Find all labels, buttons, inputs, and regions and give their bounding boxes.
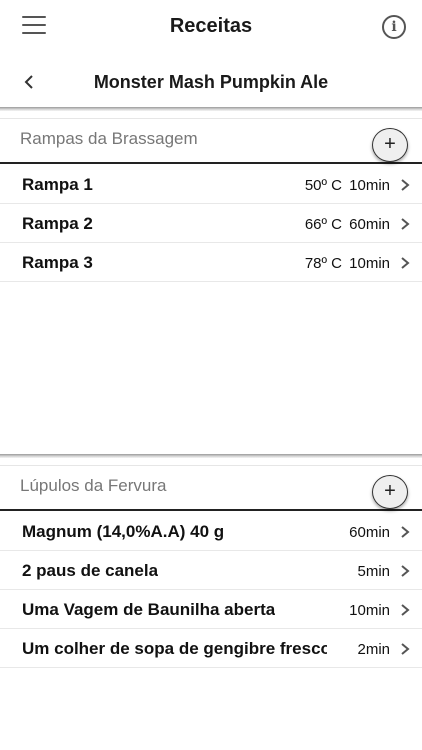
mash-step-name: Rampa 3 xyxy=(22,253,93,272)
hop-row[interactable]: 2 paus de canela 5min xyxy=(0,551,422,590)
chevron-right-icon xyxy=(398,563,412,579)
hop-name: 2 paus de canela xyxy=(22,561,159,580)
hop-name: Um colher de sopa de gengibre fresco xyxy=(22,639,327,658)
mash-step-time: 60min xyxy=(349,216,390,233)
mash-step-temp: 50º C xyxy=(304,177,342,194)
recipe-title: Monster Mash Pumpkin Ale xyxy=(93,72,329,92)
hop-time: 10min xyxy=(349,602,390,619)
add-mash-step-button[interactable]: + xyxy=(372,128,408,162)
mash-step-time: 10min xyxy=(349,177,390,194)
hop-name: Uma Vagem de Baunilha aberta xyxy=(22,600,276,619)
mash-section-title: Rampas da Brassagem xyxy=(20,129,198,148)
chevron-right-icon xyxy=(398,255,412,271)
chevron-right-icon xyxy=(398,641,412,657)
mash-step-row[interactable]: Rampa 3 78º C 10min xyxy=(0,243,422,282)
mash-section-header: Rampas da Brassagem + xyxy=(0,118,422,164)
section-divider xyxy=(0,454,422,458)
add-hop-button[interactable]: + xyxy=(372,475,408,509)
hop-name: Magnum (14,0%A.A) 40 g xyxy=(22,522,225,541)
hop-time: 60min xyxy=(349,524,390,541)
info-icon[interactable]: i xyxy=(382,15,406,39)
mash-step-row[interactable]: Rampa 2 66º C 60min xyxy=(0,204,422,243)
boil-section-header: Lúpulos da Fervura + xyxy=(0,465,422,511)
header-divider xyxy=(0,107,422,111)
hop-time: 5min xyxy=(357,563,390,580)
app-bar: Receitas i xyxy=(0,0,422,54)
boil-section-title: Lúpulos da Fervura xyxy=(20,476,167,495)
chevron-right-icon xyxy=(398,216,412,232)
mash-step-temp: 78º C xyxy=(304,255,342,272)
chevron-right-icon xyxy=(398,602,412,618)
mash-step-name: Rampa 2 xyxy=(22,214,93,233)
recipe-header: Monster Mash Pumpkin Ale xyxy=(0,60,422,108)
chevron-right-icon xyxy=(398,177,412,193)
mash-step-row[interactable]: Rampa 1 50º C 10min xyxy=(0,165,422,204)
app-title: Receitas xyxy=(169,15,253,37)
mash-step-temp: 66º C xyxy=(304,216,342,233)
mash-step-name: Rampa 1 xyxy=(22,175,93,194)
hop-time: 2min xyxy=(357,641,390,658)
hop-row[interactable]: Um colher de sopa de gengibre fresco 2mi… xyxy=(0,629,422,668)
hop-row[interactable]: Magnum (14,0%A.A) 40 g 60min xyxy=(0,512,422,551)
hop-row[interactable]: Uma Vagem de Baunilha aberta 10min xyxy=(0,590,422,629)
chevron-right-icon xyxy=(398,524,412,540)
mash-step-time: 10min xyxy=(349,255,390,272)
